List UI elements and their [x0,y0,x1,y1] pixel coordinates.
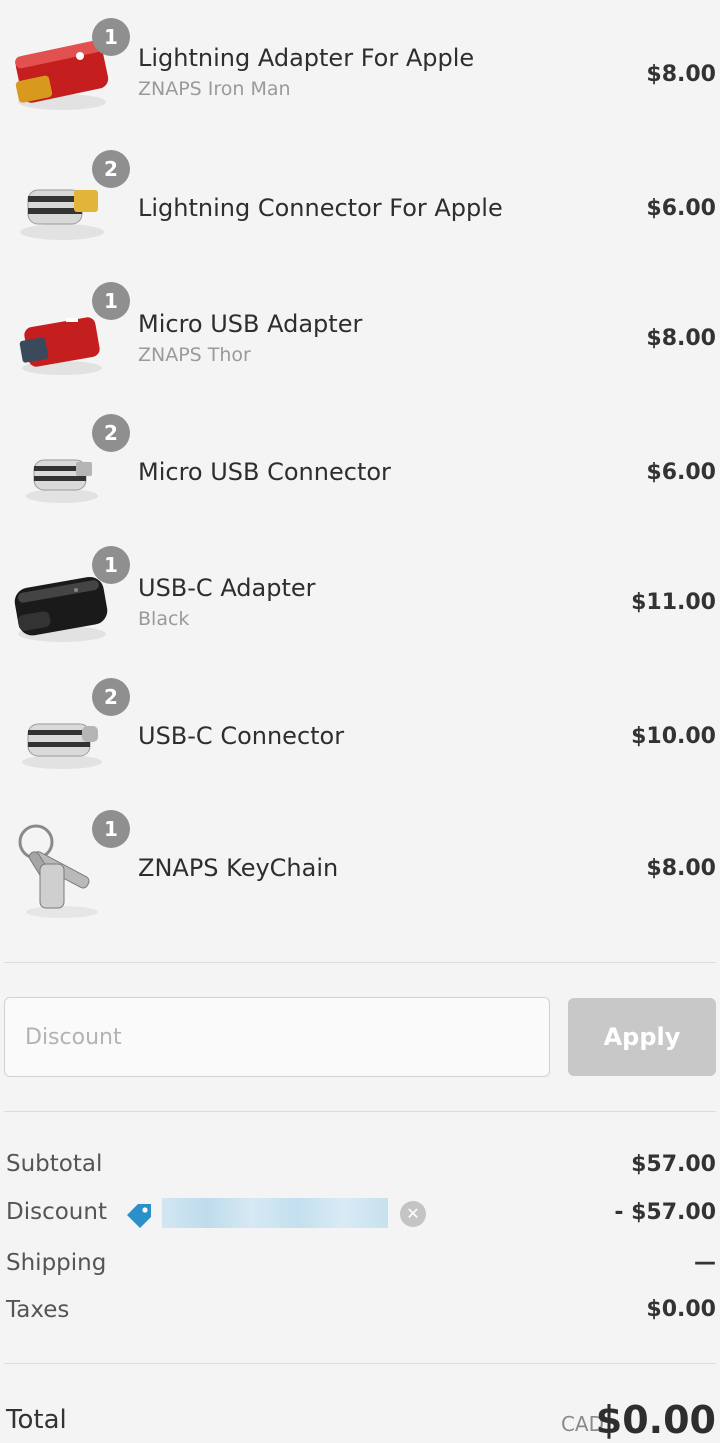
product-name: USB-C Adapter [138,574,316,602]
product-price: $8.00 [646,326,716,351]
quantity-badge: 1 [92,546,130,584]
product-price: $8.00 [646,62,716,87]
quantity-badge: 1 [92,18,130,56]
apply-discount-button[interactable]: Apply [568,998,716,1076]
total-value: $0.00 [595,1398,716,1442]
subtotal-label: Subtotal [6,1151,103,1177]
product-name: Lightning Connector For Apple [138,194,503,222]
product-price: $10.00 [631,724,716,749]
list-item: 2 Lightning Connector For Apple $6.00 [0,150,720,260]
list-item: 1 Lightning Adapter For Apple ZNAPS Iron… [0,18,720,128]
product-price: $6.00 [646,196,716,221]
divider [4,962,716,963]
product-variant: ZNAPS Iron Man [138,78,291,100]
product-name: Lightning Adapter For Apple [138,44,475,72]
list-item: 2 USB-C Connector $10.00 [0,678,720,788]
taxes-label: Taxes [6,1297,70,1323]
quantity-badge: 2 [92,150,130,188]
product-name: Micro USB Connector [138,458,391,486]
shipping-label: Shipping [6,1250,107,1276]
tag-icon [127,1204,151,1228]
discount-code-input[interactable] [4,997,550,1077]
remove-discount-icon[interactable]: ✕ [400,1201,426,1227]
subtotal-value: $57.00 [631,1152,716,1177]
product-name: ZNAPS KeyChain [138,854,339,882]
list-item: 1 ZNAPS KeyChain $8.00 [0,810,720,920]
product-variant: ZNAPS Thor [138,344,251,366]
product-variant: Black [138,608,190,630]
taxes-value: $0.00 [646,1297,716,1322]
product-name: Micro USB Adapter [138,310,363,338]
quantity-badge: 1 [92,282,130,320]
list-item: 1 USB-C Adapter Black $11.00 [0,546,720,656]
discount-code-redacted [162,1198,388,1228]
quantity-badge: 2 [92,678,130,716]
quantity-badge: 2 [92,414,130,452]
product-price: $6.00 [646,460,716,485]
product-price: $11.00 [631,590,716,615]
divider [4,1111,716,1112]
shipping-value: — [694,1250,716,1275]
product-price: $8.00 [646,856,716,881]
product-name: USB-C Connector [138,722,345,750]
list-item: 2 Micro USB Connector $6.00 [0,414,720,524]
divider [4,1363,716,1364]
total-label: Total [6,1405,67,1435]
list-item: 1 Micro USB Adapter ZNAPS Thor $8.00 [0,282,720,392]
discount-label: Discount [6,1199,107,1225]
discount-value: - $57.00 [614,1200,716,1225]
quantity-badge: 1 [92,810,130,848]
